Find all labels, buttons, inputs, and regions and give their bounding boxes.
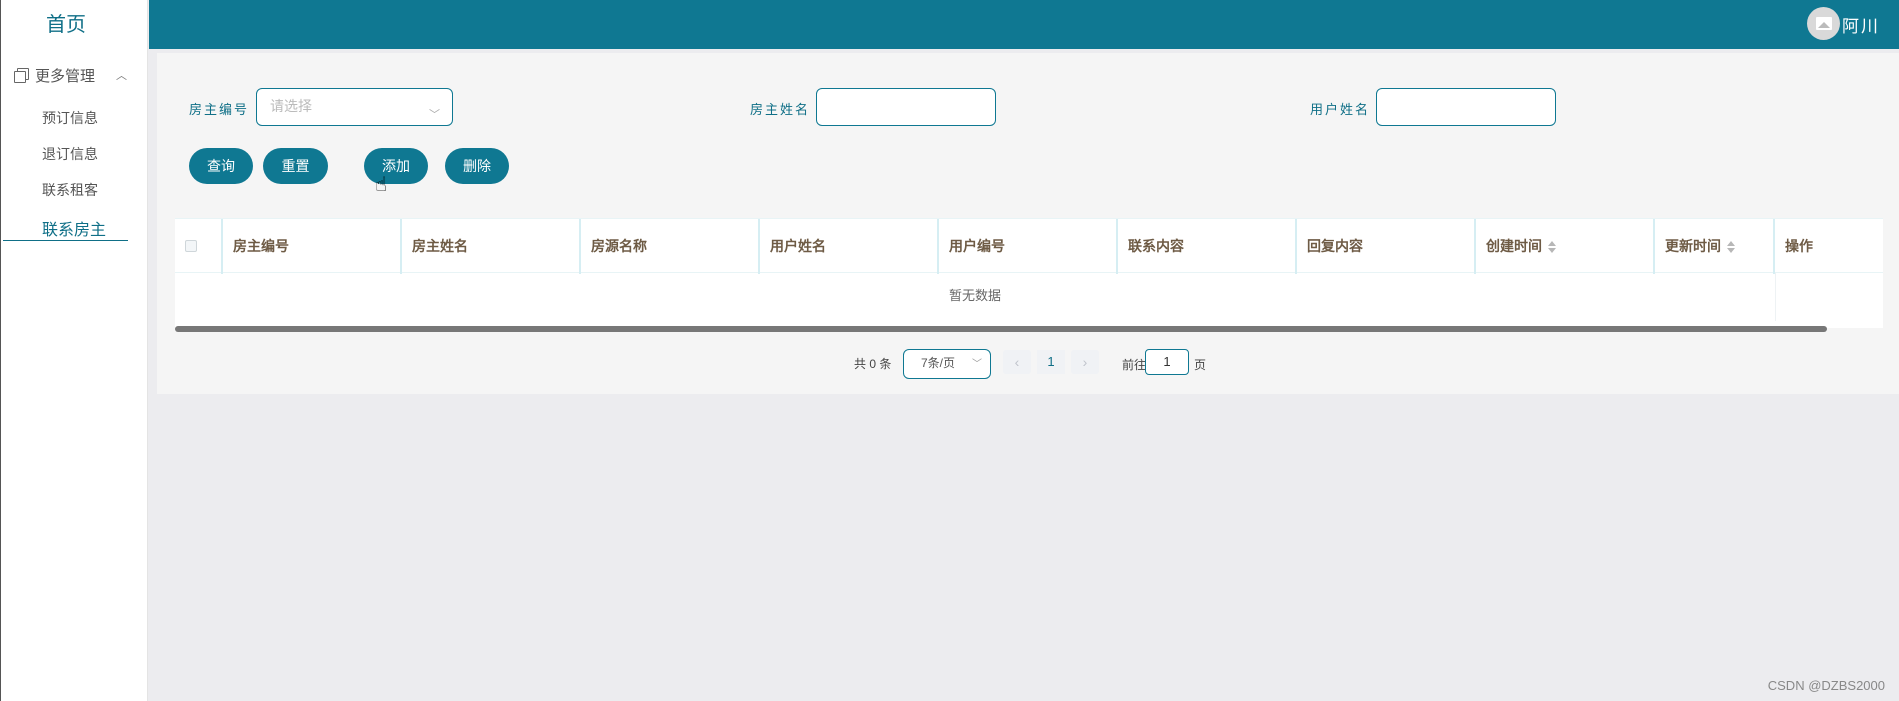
- header-username[interactable]: 阿川: [1842, 12, 1880, 37]
- copy-icon: [13, 67, 29, 83]
- goto-prefix: 前往: [1122, 358, 1147, 372]
- chevron-up-icon: ︿: [116, 70, 127, 82]
- select-all-checkbox-cell: [175, 219, 223, 274]
- column-user-id: 用户编号: [939, 219, 1118, 274]
- sidebar: 首页 更多管理 ︿ 预订信息 退订信息 联系租客 联系房主: [0, 0, 148, 701]
- sort-icon[interactable]: [1548, 241, 1556, 254]
- prev-page-button[interactable]: ‹: [1003, 350, 1031, 374]
- delete-button[interactable]: 删除: [445, 148, 509, 184]
- column-created-time[interactable]: 创建时间: [1476, 219, 1655, 274]
- chevron-down-icon: ﹀: [429, 109, 440, 121]
- empty-state-text: 暂无数据: [948, 288, 1001, 303]
- goto-suffix: 页: [1194, 358, 1207, 372]
- owner-name-label: 房主姓名: [750, 102, 811, 117]
- user-name-input[interactable]: [1376, 88, 1556, 126]
- select-all-checkbox[interactable]: [185, 240, 197, 252]
- created-time-label: 创建时间: [1486, 238, 1542, 254]
- owner-id-label: 房主编号: [189, 102, 250, 117]
- sidebar-home-link[interactable]: 首页: [1, 8, 131, 37]
- page-size-value: 7条/页: [921, 356, 956, 370]
- add-button[interactable]: 添加: [364, 148, 428, 184]
- column-contact-content: 联系内容: [1118, 219, 1297, 274]
- column-owner-id: 房主编号: [223, 219, 402, 274]
- column-updated-time[interactable]: 更新时间: [1655, 219, 1775, 274]
- owner-name-input[interactable]: [816, 88, 996, 126]
- query-button[interactable]: 查询: [189, 148, 253, 184]
- updated-time-label: 更新时间: [1665, 238, 1721, 254]
- user-name-label: 用户姓名: [1310, 102, 1371, 117]
- sidebar-item-contact-owner[interactable]: 联系房主: [42, 216, 106, 240]
- sidebar-item-contact-tenant[interactable]: 联系租客: [42, 180, 98, 200]
- reset-button[interactable]: 重置: [263, 148, 328, 184]
- horizontal-scrollbar[interactable]: [175, 326, 1827, 332]
- sidebar-item-cancellations[interactable]: 退订信息: [42, 144, 98, 164]
- column-reply-content: 回复内容: [1297, 219, 1476, 274]
- active-indicator: [3, 240, 128, 241]
- pagination-total: 共 0 条: [854, 357, 892, 371]
- sidebar-group-more-management[interactable]: 更多管理 ︿: [13, 62, 137, 88]
- page-size-select[interactable]: 7条/页 ﹀: [903, 349, 991, 379]
- watermark: CSDN @DZBS2000: [1767, 678, 1885, 693]
- sidebar-item-bookings[interactable]: 预订信息: [42, 108, 98, 128]
- avatar[interactable]: [1807, 7, 1840, 40]
- image-icon: [1815, 17, 1832, 30]
- page-number-1[interactable]: 1: [1037, 350, 1065, 374]
- column-user-name: 用户姓名: [760, 219, 939, 274]
- hand-cursor-icon: ☝: [375, 174, 388, 196]
- top-header: 阿川: [149, 0, 1899, 49]
- chevron-down-icon: ﹀: [972, 359, 982, 370]
- owner-id-select[interactable]: 请选择 ﹀: [256, 88, 453, 126]
- data-table: 房主编号 房主姓名 房源名称 用户姓名 用户编号 联系内容 回复内容 创建时间 …: [175, 218, 1883, 332]
- sort-icon[interactable]: [1727, 241, 1735, 254]
- column-property-name: 房源名称: [581, 219, 760, 274]
- actions-column-body: [1775, 273, 1883, 321]
- owner-id-placeholder: 请选择: [270, 98, 312, 114]
- column-owner-name: 房主姓名: [402, 219, 581, 274]
- table-header: 房主编号 房主姓名 房源名称 用户姓名 用户编号 联系内容 回复内容 创建时间 …: [175, 218, 1883, 274]
- sidebar-group-label: 更多管理: [35, 67, 96, 85]
- column-actions: 操作: [1785, 238, 1813, 254]
- next-page-button[interactable]: ›: [1071, 350, 1099, 374]
- goto-page-input[interactable]: 1: [1145, 349, 1189, 375]
